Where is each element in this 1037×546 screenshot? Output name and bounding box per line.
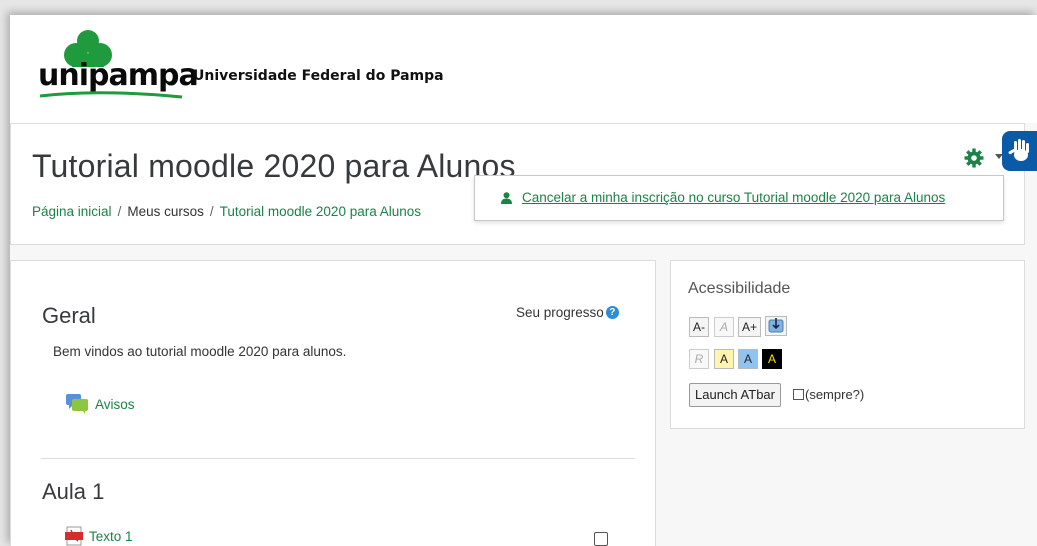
activity-avisos[interactable]: Avisos <box>65 393 135 415</box>
pdf-icon <box>65 526 83 546</box>
progress-text: Seu progresso <box>516 305 604 320</box>
university-name: Universidade Federal do Pampa <box>193 68 444 84</box>
vlibras-widget[interactable] <box>1002 131 1037 171</box>
user-icon <box>501 191 512 204</box>
yellow-scheme-button[interactable]: A <box>714 349 734 369</box>
page-title: Tutorial moodle 2020 para Alunos <box>32 148 516 184</box>
site-header: unipampa Universidade Federal do Pampa <box>10 15 1037 123</box>
blue-scheme-button[interactable]: A <box>738 349 758 369</box>
browser-window: unipampa Universidade Federal do Pampa T… <box>10 15 1037 546</box>
section-title-general: Geral <box>42 303 96 328</box>
save-icon <box>768 318 784 333</box>
logo-swoosh <box>39 91 183 99</box>
completion-checkbox[interactable] <box>594 532 608 546</box>
section-divider <box>41 458 635 459</box>
unipampa-logo[interactable]: unipampa <box>38 29 199 99</box>
always-checkbox[interactable] <box>793 389 804 400</box>
section-title-lesson1: Aula 1 <box>42 479 105 504</box>
always-label: (sempre?) <box>805 387 865 402</box>
block-title: Acessibilidade <box>688 280 791 297</box>
launch-atbar-button[interactable]: Launch ATbar <box>689 383 781 407</box>
save-settings-button[interactable] <box>765 316 787 336</box>
breadcrumb-my-courses[interactable]: Meus cursos <box>127 204 204 219</box>
progress-label: Seu progresso ? <box>516 305 619 320</box>
activity-name: Texto 1 <box>89 528 133 544</box>
breadcrumb-separator: / <box>117 204 122 219</box>
hand-icon <box>1008 139 1029 161</box>
activity-name: Avisos <box>95 396 135 412</box>
breadcrumb-home[interactable]: Página inicial <box>32 204 112 219</box>
forum-icon <box>66 394 88 414</box>
reset-text-button[interactable]: A <box>714 317 734 337</box>
reset-colour-button[interactable]: R <box>689 349 709 369</box>
breadcrumb-course[interactable]: Tutorial moodle 2020 para Alunos <box>220 204 421 219</box>
gear-icon[interactable] <box>964 148 984 168</box>
black-scheme-button[interactable]: A <box>762 349 782 369</box>
section-summary: Bem vindos ao tutorial moodle 2020 para … <box>53 344 347 359</box>
breadcrumb: Página inicial / Meus cursos / Tutorial mood… <box>32 204 421 219</box>
unenrol-menu-item[interactable]: Cancelar a minha inscrição no curso Tuto… <box>501 190 945 205</box>
course-actions-menu: Cancelar a minha inscrição no curso Tuto… <box>474 175 1004 221</box>
breadcrumb-separator: / <box>209 204 214 219</box>
activity-texto1[interactable]: Texto 1 <box>65 526 133 546</box>
decrease-text-button[interactable]: A- <box>689 317 709 337</box>
always-option: (sempre?) <box>793 387 864 402</box>
accessibility-block: Acessibilidade A- A A+ R A A A Launch AT… <box>670 260 1025 429</box>
unenrol-label: Cancelar a minha inscrição no curso Tuto… <box>522 190 946 205</box>
course-content: Geral Seu progresso ? Bem vindos ao tuto… <box>10 260 656 546</box>
increase-text-button[interactable]: A+ <box>738 317 762 337</box>
help-icon[interactable]: ? <box>605 306 619 319</box>
